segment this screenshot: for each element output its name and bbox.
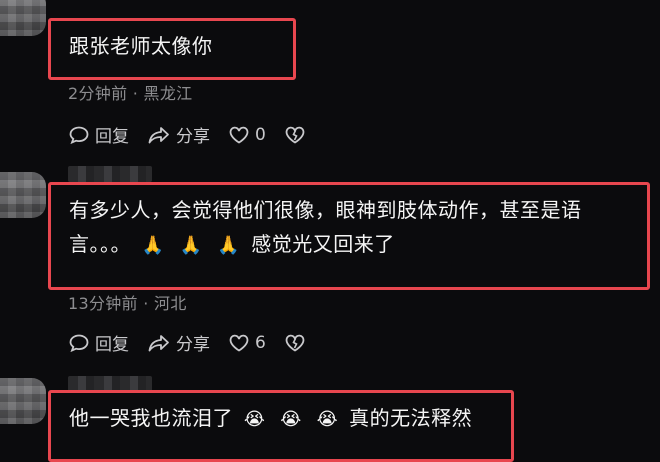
share-button[interactable]: 分享 — [147, 330, 210, 355]
pray-emoji: 🙏 — [141, 235, 165, 256]
comment-actions: 回复 分享 0 — [68, 122, 306, 147]
pray-emoji: 🙏 — [179, 235, 203, 256]
reply-button[interactable]: 回复 — [68, 122, 129, 147]
comment-actions: 回复 分享 6 — [68, 330, 306, 355]
heart-icon — [228, 125, 250, 145]
comment-text: 跟张老师太像你 — [69, 34, 213, 58]
comment-bubble-icon — [68, 333, 90, 353]
broken-heart-icon — [284, 125, 306, 145]
share-button[interactable]: 分享 — [147, 122, 210, 147]
reply-button[interactable]: 回复 — [68, 330, 129, 355]
like-count: 0 — [255, 124, 266, 145]
crying-emoji: 😭 — [316, 409, 339, 430]
comment-highlight-box: 跟张老师太像你 — [48, 18, 296, 80]
pray-emoji: 🙏 — [217, 235, 241, 256]
comment-meta: 2分钟前 · 黑龙江 — [68, 84, 193, 103]
dislike-button[interactable] — [284, 333, 306, 353]
like-button[interactable]: 0 — [228, 125, 266, 145]
comment-meta: 13分钟前 · 河北 — [68, 294, 187, 313]
broken-heart-icon — [284, 333, 306, 353]
avatar[interactable] — [0, 0, 46, 36]
comment-highlight-box: 有多少人，会觉得他们很像，眼神到肢体动作，甚至是语 言。。。 🙏 🙏 🙏 感觉光… — [48, 182, 650, 290]
reply-label: 回复 — [95, 127, 129, 147]
username-blurred — [68, 166, 152, 182]
heart-icon — [228, 333, 250, 353]
crying-emoji: 😭 — [243, 409, 266, 430]
share-label: 分享 — [176, 335, 210, 355]
share-arrow-icon — [147, 333, 171, 353]
reply-label: 回复 — [95, 335, 129, 355]
comment-text-suffix: 真的无法释然 — [349, 406, 473, 430]
avatar[interactable] — [0, 172, 46, 218]
like-count: 6 — [255, 332, 266, 353]
share-label: 分享 — [176, 127, 210, 147]
crying-emoji: 😭 — [280, 409, 302, 430]
comment-highlight-box: 他一哭我也流泪了 😭 😭 😭 真的无法释然 — [48, 390, 514, 462]
comment-text-line2: 言。。。 🙏 🙏 🙏 感觉光又回来了 — [69, 227, 631, 263]
avatar[interactable] — [0, 378, 46, 424]
share-arrow-icon — [147, 125, 171, 145]
comment-text: 他一哭我也流泪了 — [69, 406, 233, 430]
like-button[interactable]: 6 — [228, 333, 266, 353]
comment-text: 有多少人，会觉得他们很像，眼神到肢体动作，甚至是语 — [69, 198, 582, 222]
comment-bubble-icon — [68, 125, 90, 145]
dislike-button[interactable] — [284, 125, 306, 145]
